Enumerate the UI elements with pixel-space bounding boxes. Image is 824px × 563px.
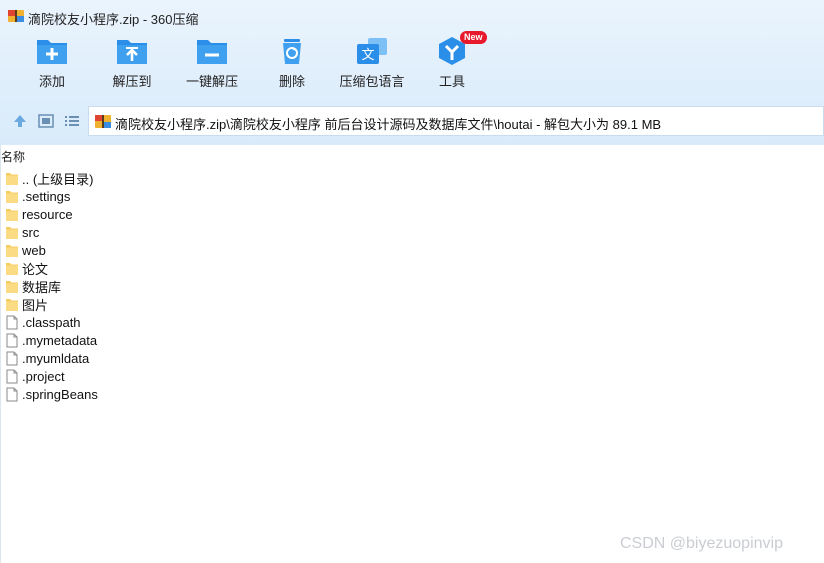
document-icon bbox=[6, 315, 18, 329]
file-row[interactable]: .mymetadata bbox=[5, 331, 98, 349]
file-name: .. (上级目录) bbox=[22, 171, 94, 187]
tools-button[interactable]: New 工具 bbox=[412, 31, 492, 90]
title-bar: 滴院校友小程序.zip - 360压缩 bbox=[0, 0, 824, 32]
folder-row[interactable]: src bbox=[5, 223, 98, 241]
add-label: 添加 bbox=[38, 74, 65, 89]
file-name: 论文 bbox=[22, 261, 49, 277]
folder-icon bbox=[6, 244, 18, 257]
file-list: .. (上级目录) .settings resource src web 论文数据库图片.… bbox=[5, 169, 98, 403]
language-button[interactable]: 文 压缩包语言 bbox=[332, 36, 412, 90]
thumbnail-view-icon[interactable] bbox=[37, 112, 55, 130]
archive-app-icon bbox=[8, 10, 24, 22]
new-badge: New bbox=[460, 31, 487, 44]
delete-label: 删除 bbox=[278, 74, 305, 89]
up-arrow-icon[interactable] bbox=[11, 112, 29, 130]
document-icon bbox=[6, 333, 18, 347]
extract-to-label: 解压到 bbox=[112, 74, 152, 89]
tools-label: 工具 bbox=[438, 74, 465, 89]
folder-icon bbox=[6, 262, 18, 275]
file-name: 图片 bbox=[22, 297, 49, 313]
top-panel: 滴院校友小程序.zip - 360压缩 添加 解压到 一键解压 删除 文 压缩包… bbox=[0, 0, 824, 145]
file-row[interactable]: .springBeans bbox=[5, 385, 98, 403]
delete-button[interactable]: 删除 bbox=[252, 36, 332, 90]
toolbar: 添加 解压到 一键解压 删除 文 压缩包语言 New 工具 bbox=[0, 31, 824, 100]
file-name: .myumldata bbox=[22, 350, 90, 366]
column-header-name[interactable]: 名称 bbox=[1, 148, 25, 165]
document-icon bbox=[6, 351, 18, 365]
language-label: 压缩包语言 bbox=[339, 74, 405, 89]
folder-icon bbox=[6, 280, 18, 293]
one-click-extract-button[interactable]: 一键解压 bbox=[172, 36, 252, 90]
file-name: web bbox=[22, 242, 46, 258]
file-name: src bbox=[22, 224, 40, 240]
folder-icon bbox=[6, 298, 18, 311]
navigation-bar: 滴院校友小程序.zip\滴院校友小程序 前后台设计源码及数据库文件\houtai… bbox=[0, 106, 824, 136]
file-row[interactable]: .myumldata bbox=[5, 349, 98, 367]
one-click-extract-icon bbox=[197, 40, 227, 64]
svg-text:文: 文 bbox=[361, 48, 374, 63]
folder-icon bbox=[6, 190, 18, 203]
file-name: .springBeans bbox=[22, 386, 98, 402]
add-icon bbox=[37, 40, 67, 64]
address-path: 滴院校友小程序.zip\滴院校友小程序 前后台设计源码及数据库文件\houtai… bbox=[115, 117, 662, 132]
archive-file-icon bbox=[95, 115, 111, 128]
file-list-panel: 名称 .. (上级目录) .settings resource src web 论文数据库… bbox=[0, 145, 824, 563]
file-name: .classpath bbox=[22, 314, 81, 330]
language-icon: 文 bbox=[357, 38, 387, 64]
file-name: resource bbox=[22, 206, 73, 222]
file-row[interactable]: .project bbox=[5, 367, 98, 385]
folder-row[interactable]: 数据库 bbox=[5, 277, 98, 295]
folder-icon bbox=[6, 208, 18, 221]
window-title: 滴院校友小程序.zip - 360压缩 bbox=[28, 12, 199, 27]
document-icon bbox=[6, 369, 18, 383]
address-bar[interactable]: 滴院校友小程序.zip\滴院校友小程序 前后台设计源码及数据库文件\houtai… bbox=[88, 106, 824, 136]
folder-row[interactable]: 论文 bbox=[5, 259, 98, 277]
folder-row[interactable]: resource bbox=[5, 205, 98, 223]
delete-icon bbox=[283, 39, 301, 64]
folder-icon bbox=[6, 172, 18, 185]
file-name: 数据库 bbox=[22, 279, 62, 295]
one-click-extract-label: 一键解压 bbox=[185, 74, 238, 89]
file-row[interactable]: .classpath bbox=[5, 313, 98, 331]
extract-to-button[interactable]: 解压到 bbox=[92, 36, 172, 90]
add-button[interactable]: 添加 bbox=[12, 36, 92, 90]
folder-row[interactable]: 图片 bbox=[5, 295, 98, 313]
watermark: CSDN @biyezuopinvip bbox=[620, 535, 783, 552]
document-icon bbox=[6, 387, 18, 401]
extract-to-icon bbox=[117, 40, 147, 64]
folder-icon bbox=[6, 226, 18, 239]
list-view-icon[interactable] bbox=[63, 112, 81, 130]
folder-row[interactable]: web bbox=[5, 241, 98, 259]
file-name: .settings bbox=[22, 188, 71, 204]
folder-row[interactable]: .. (上级目录) bbox=[5, 169, 98, 187]
file-name: .project bbox=[22, 368, 65, 384]
folder-row[interactable]: .settings bbox=[5, 187, 98, 205]
file-name: .mymetadata bbox=[22, 332, 98, 348]
